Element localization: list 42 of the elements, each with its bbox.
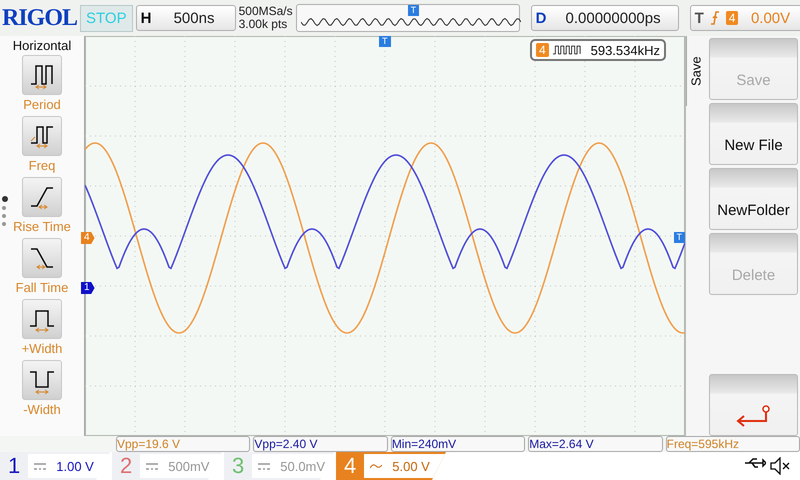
page-dot[interactable] — [2, 214, 6, 218]
counter-channel: 4 — [536, 43, 549, 57]
channel-button[interactable]: 1 1.00 V — [0, 452, 110, 480]
menu-tab[interactable]: Save — [686, 36, 705, 106]
usb-icon — [744, 457, 766, 469]
run-state[interactable]: STOP — [80, 4, 133, 32]
measurement-readout: Vpp=19.6 V — [116, 436, 250, 452]
channel-marker[interactable]: 1 — [81, 282, 95, 294]
menu-title: Horizontal — [12, 38, 72, 53]
dc-coupling-icon — [34, 462, 46, 470]
timebase-field[interactable]: H 500ns — [136, 5, 236, 31]
sample-rate: 500MSa/s — [238, 5, 293, 18]
trigger-source: 4 — [726, 11, 738, 25]
trigger-field[interactable]: T 4 0.00V — [690, 5, 800, 31]
channel-button[interactable]: 3 50.0mV — [224, 452, 334, 480]
dc-coupling-icon — [258, 462, 270, 470]
page-dot[interactable] — [2, 222, 6, 226]
page-dot[interactable] — [2, 206, 6, 210]
menu-button[interactable]: NewFolder — [709, 168, 798, 230]
measure-item[interactable]: Rise Time — [13, 177, 71, 234]
counter-value: 593.534kHz — [590, 42, 660, 58]
memory-depth: 3.00k pts — [238, 18, 288, 31]
channel-marker[interactable]: 4 — [81, 232, 95, 244]
dc-coupling-icon — [146, 462, 158, 470]
measurement-readout: Min=240mV — [390, 436, 526, 452]
channel-button[interactable]: 2 500mV — [112, 452, 222, 480]
rising-edge-icon — [710, 11, 720, 25]
measurement-readout: Max=2.64 V — [528, 436, 663, 452]
menu-button[interactable]: New File — [709, 103, 798, 165]
brand-logo: RIGOL — [2, 4, 78, 32]
delay-field[interactable]: D 0.00000000ps — [530, 5, 679, 31]
pulse-train-icon — [552, 44, 581, 56]
ac-coupling-icon — [370, 462, 382, 470]
back-button[interactable] — [709, 374, 798, 436]
channel-button[interactable]: 4 5.00 V — [336, 452, 446, 480]
page-dot[interactable] — [2, 196, 8, 202]
measurement-readout: Freq=595kHz — [666, 436, 800, 452]
trigger-marker[interactable]: T — [379, 36, 390, 47]
trigger-position-marker: T — [408, 5, 420, 16]
speaker-muted-icon — [770, 457, 790, 475]
trigger-level-marker[interactable]: T — [674, 232, 685, 243]
measurement-readout: Vpp=2.40 V — [253, 436, 388, 452]
